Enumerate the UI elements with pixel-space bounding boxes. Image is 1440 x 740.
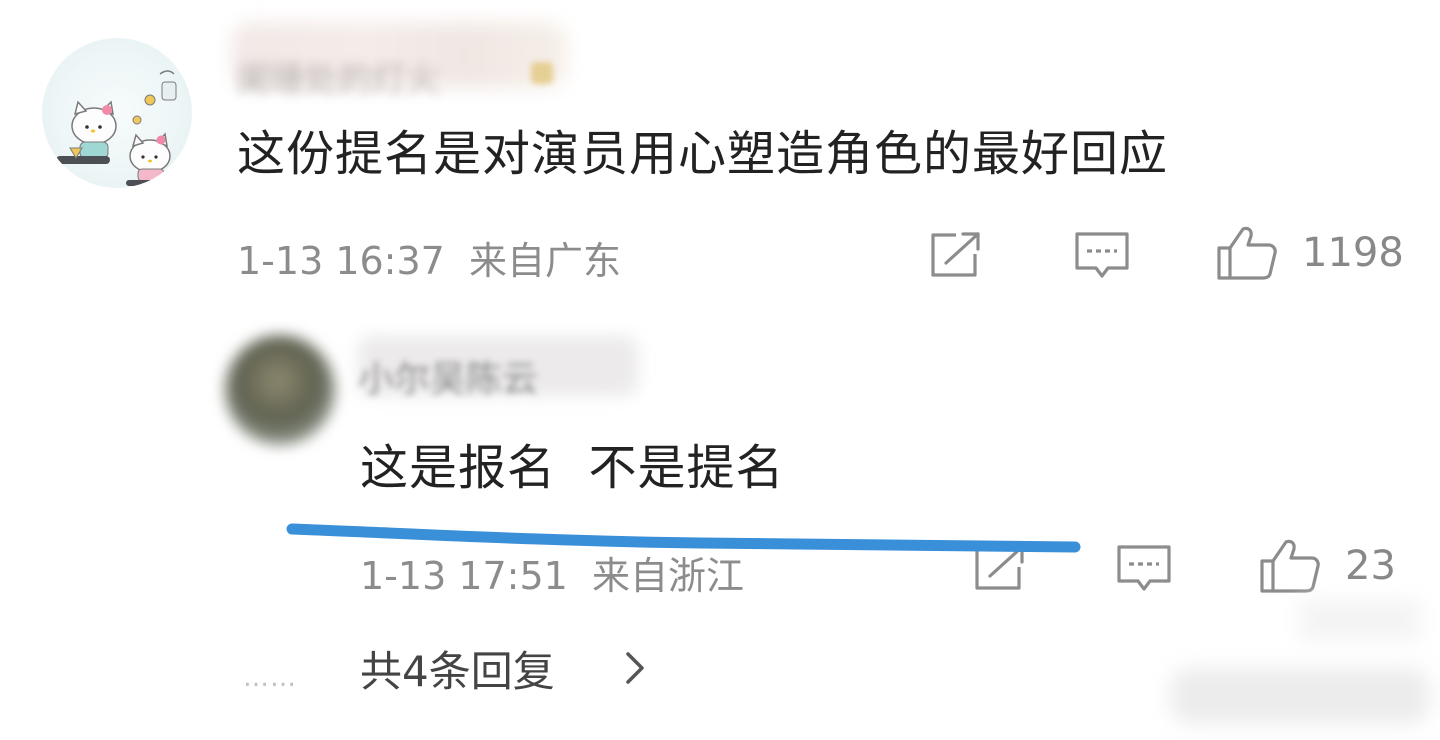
- blurred-watermark: [1170, 668, 1430, 724]
- reply-text: 这是报名 不是提名: [360, 440, 785, 496]
- view-replies-link[interactable]: 共4条回复: [360, 638, 555, 699]
- hello-kitty-avatar-image: [56, 70, 182, 186]
- divider-dots: ……: [243, 663, 297, 693]
- share-icon[interactable]: [926, 230, 982, 280]
- like-icon[interactable]: [1215, 224, 1279, 282]
- avatar[interactable]: [42, 38, 192, 188]
- blue-underline-annotation: [286, 523, 1081, 553]
- reply-username-blurred[interactable]: 小尔吴陈云: [358, 336, 638, 400]
- timestamp: 1-13 16:37: [237, 239, 445, 283]
- comment-text: 这份提名是对演员用心塑造角色的最好回应: [237, 126, 1169, 182]
- username: 阑珊处的灯火: [236, 60, 440, 100]
- vip-badge-icon: [531, 62, 553, 84]
- reply-like-count: 23: [1345, 543, 1396, 589]
- location: 来自广东: [468, 239, 621, 283]
- like-count: 1198: [1302, 230, 1404, 276]
- username-blurred[interactable]: 阑珊处的灯火: [232, 22, 567, 100]
- blur-patch: [1300, 600, 1420, 640]
- chevron-right-icon[interactable]: [622, 648, 648, 692]
- reply-comment-icon[interactable]: [1115, 543, 1173, 595]
- reply-username: 小尔吴陈云: [358, 359, 539, 400]
- comment-meta: 1-13 16:37 来自广东: [237, 230, 621, 285]
- reply-avatar[interactable]: [225, 335, 335, 445]
- comment-icon[interactable]: [1073, 230, 1131, 282]
- reply-like-icon[interactable]: [1258, 537, 1322, 595]
